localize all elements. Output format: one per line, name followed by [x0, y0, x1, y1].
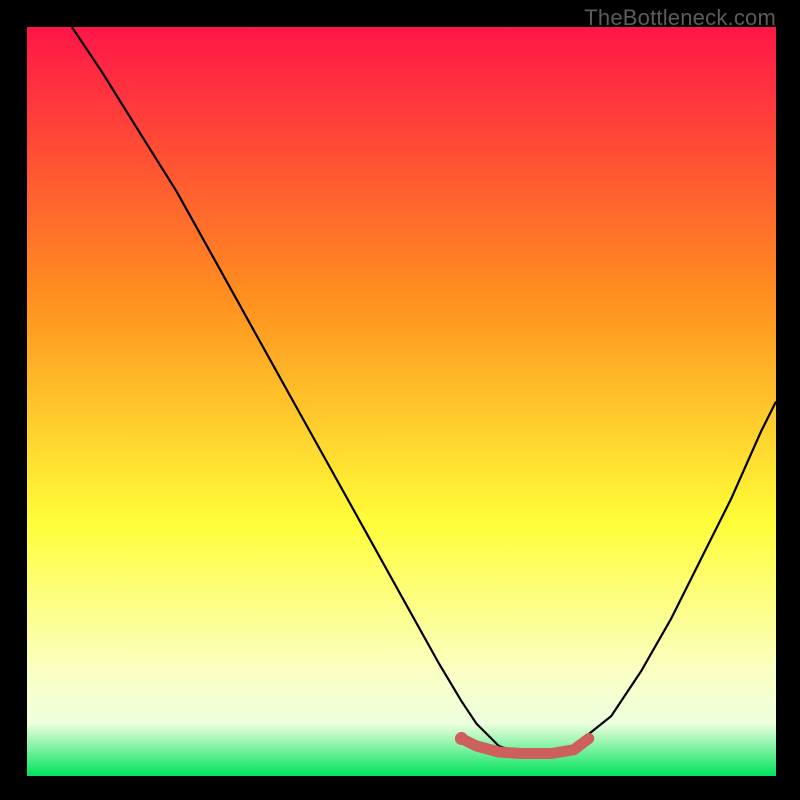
bottleneck-curve: [72, 27, 776, 754]
accent-segment: [461, 739, 588, 754]
accent-point: [455, 732, 468, 745]
curves-layer: [27, 27, 776, 776]
chart-frame: TheBottleneck.com: [0, 0, 800, 800]
plot-area: [27, 27, 776, 776]
